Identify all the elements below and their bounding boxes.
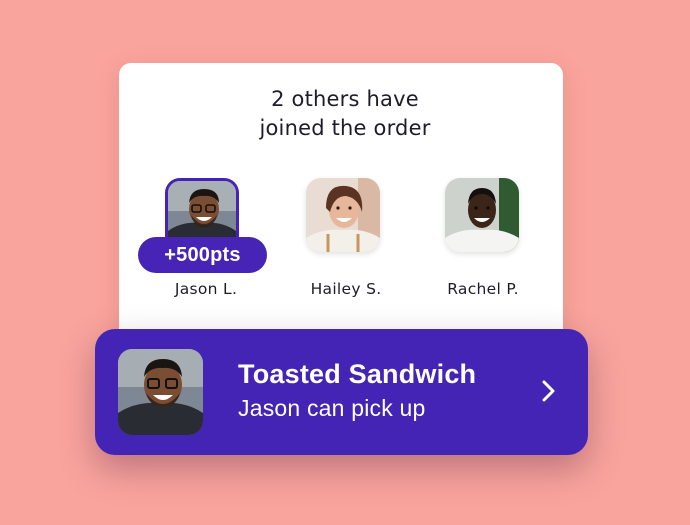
card-title-line2: joined the order: [259, 116, 431, 140]
card-title: 2 others have joined the order: [119, 85, 571, 143]
member-name-rachel: Rachel P.: [447, 280, 519, 298]
hailey-photo: [306, 178, 380, 252]
card-title-line1: 2 others have: [271, 87, 419, 111]
member-name-hailey: Hailey S.: [310, 280, 382, 298]
points-badge: +500pts: [138, 237, 267, 273]
chevron-right-icon[interactable]: [534, 376, 564, 406]
pickup-person-avatar: [118, 349, 203, 435]
member-name-jason: Jason L.: [174, 280, 238, 298]
pickup-status-text: Jason can pick up: [238, 395, 426, 421]
rachel-photo: [445, 178, 519, 252]
avatar-hailey[interactable]: [306, 178, 380, 252]
order-pickup-bar[interactable]: Toasted Sandwich Jason can pick up: [95, 329, 588, 455]
jason-photo-large: [118, 349, 203, 435]
avatar-rachel[interactable]: [445, 178, 519, 252]
order-item-name: Toasted Sandwich: [238, 359, 477, 389]
